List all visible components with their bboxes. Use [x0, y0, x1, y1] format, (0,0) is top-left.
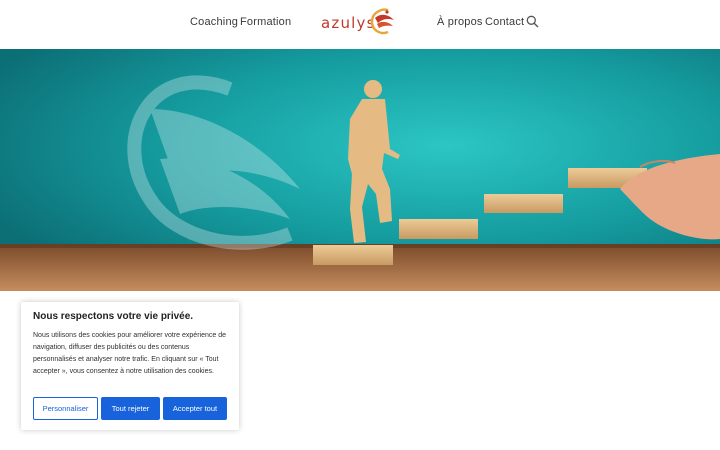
- site-header: Coaching Formation azulys À propos Conta…: [0, 0, 720, 49]
- phoenix-logo-icon: [370, 8, 394, 35]
- site-logo[interactable]: azulys: [318, 4, 400, 44]
- nav-contact[interactable]: Contact: [485, 16, 524, 28]
- accept-all-button[interactable]: Accepter tout: [163, 397, 227, 420]
- customize-button[interactable]: Personnaliser: [33, 397, 98, 420]
- nav-formation[interactable]: Formation: [240, 16, 291, 28]
- step-block: [313, 245, 393, 265]
- cookie-consent-banner: Nous respectons votre vie privée. Nous u…: [21, 302, 239, 430]
- step-block: [484, 194, 563, 213]
- search-icon[interactable]: [526, 15, 539, 28]
- reject-all-button[interactable]: Tout rejeter: [101, 397, 160, 420]
- hero-image: [0, 49, 720, 291]
- nav-coaching[interactable]: Coaching: [190, 16, 238, 28]
- nav-apropos[interactable]: À propos: [437, 16, 483, 28]
- step-block: [399, 219, 478, 239]
- cookie-title: Nous respectons votre vie privée.: [33, 311, 194, 322]
- hero-banner: [0, 49, 720, 291]
- cookie-description: Nous utilisons des cookies pour améliore…: [33, 332, 226, 375]
